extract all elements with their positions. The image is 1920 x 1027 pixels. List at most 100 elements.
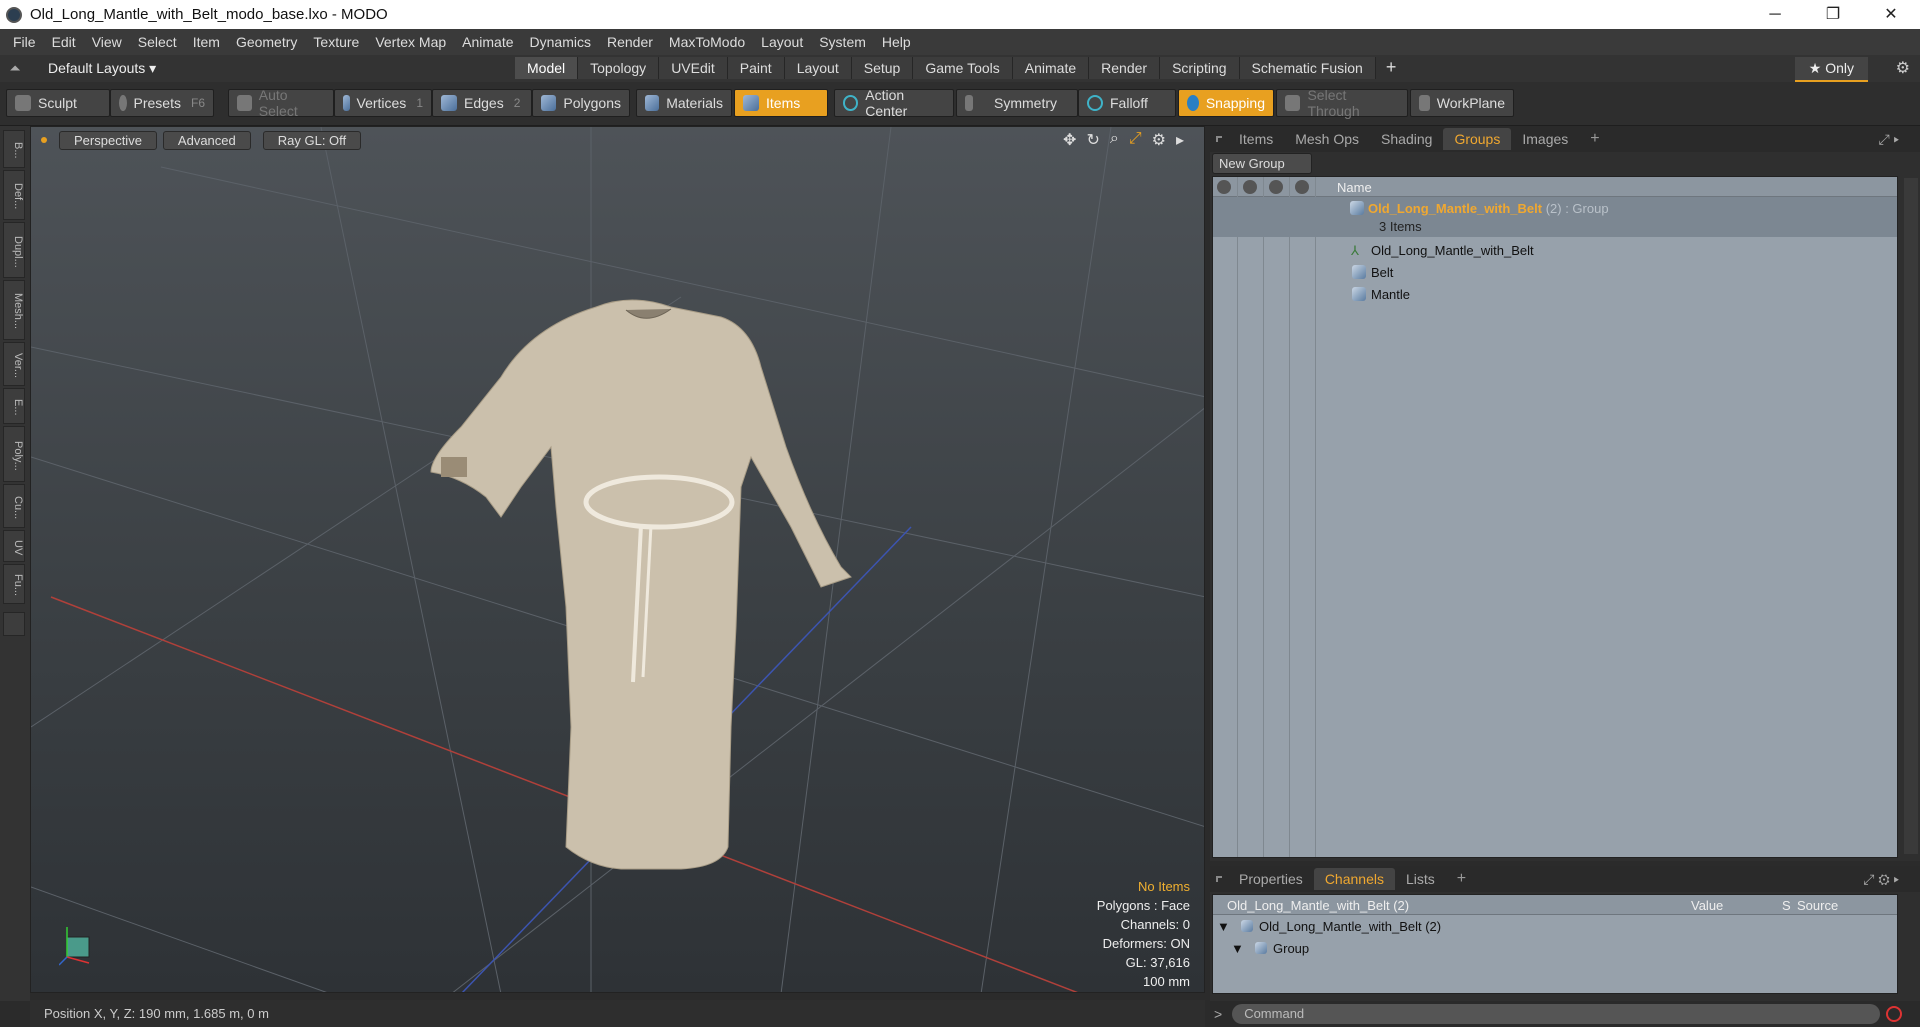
menu-vertex-map[interactable]: Vertex Map xyxy=(375,34,446,50)
zoom-view-icon[interactable]: ⌕ xyxy=(1110,130,1119,150)
perspective-button[interactable]: Perspective xyxy=(59,130,157,150)
default-layouts-dropdown[interactable]: Default Layouts ▾ xyxy=(48,60,156,77)
menu-maxtomodo[interactable]: MaxToModo xyxy=(669,34,745,50)
edges-button[interactable]: Edges 2 xyxy=(432,89,532,117)
tab-shading[interactable]: Shading xyxy=(1370,128,1443,150)
3d-viewport[interactable]: Perspective Advanced Ray GL: Off ✥ ↻ ⌕ ⤢… xyxy=(30,126,1205,993)
minimize-button[interactable]: ─ xyxy=(1746,0,1804,29)
expand-panel-icon[interactable]: ⤢ ▸ xyxy=(1868,128,1911,151)
tab-schematic-fusion[interactable]: Schematic Fusion xyxy=(1239,57,1376,79)
strip-tab-polygon[interactable]: Poly... xyxy=(3,426,25,482)
groups-scrollbar[interactable] xyxy=(1904,178,1918,854)
add-tab-button[interactable]: + xyxy=(1376,57,1407,79)
tab-animate[interactable]: Animate xyxy=(1012,57,1090,79)
menu-animate[interactable]: Animate xyxy=(462,34,513,50)
tab-layout[interactable]: Layout xyxy=(784,57,852,79)
vertices-button[interactable]: Vertices 1 xyxy=(334,89,432,117)
strip-tab-fusion[interactable]: Fu... xyxy=(3,564,25,604)
sculpt-button[interactable]: Sculpt xyxy=(6,89,110,117)
channels-row[interactable]: ▼ Old_Long_Mantle_with_Belt (2) xyxy=(1213,915,1899,937)
group-row[interactable]: Old_Long_Mantle_with_Belt (2) : Group 3 … xyxy=(1213,197,1897,237)
strip-tab-vertex[interactable]: Ver... xyxy=(3,342,25,386)
tab-topology[interactable]: Topology xyxy=(578,57,660,79)
strip-tab-curve[interactable]: Cu... xyxy=(3,484,25,528)
menu-system[interactable]: System xyxy=(819,34,866,50)
close-button[interactable]: ✕ xyxy=(1862,0,1920,29)
strip-tab-deform[interactable]: Def... xyxy=(3,170,25,220)
items-button[interactable]: Items xyxy=(734,89,828,117)
only-toggle[interactable]: ★ Only xyxy=(1794,57,1868,82)
expand-arrow-icon[interactable]: ▼ xyxy=(1217,919,1230,934)
auto-select-button[interactable]: Auto Select xyxy=(228,87,334,119)
record-macro-icon[interactable] xyxy=(1886,1006,1903,1022)
channels-row[interactable]: ▼ Group xyxy=(1213,937,1899,959)
menu-item[interactable]: Item xyxy=(193,34,220,50)
strip-tab-mesh[interactable]: Mesh... xyxy=(3,280,25,340)
move-view-icon[interactable]: ✥ xyxy=(1063,130,1076,150)
viewport-menu-dot[interactable] xyxy=(41,137,47,143)
tab-game-tools[interactable]: Game Tools xyxy=(913,57,1013,79)
gear-icon[interactable]: ⚙ xyxy=(1896,58,1910,78)
tab-uvedit[interactable]: UVEdit xyxy=(659,57,728,79)
tab-properties[interactable]: Properties xyxy=(1228,868,1314,890)
title-bar: Old_Long_Mantle_with_Belt_modo_base.lxo … xyxy=(0,0,1920,29)
strip-extra-button[interactable] xyxy=(3,612,25,636)
layout-up-icon[interactable]: ⏶ xyxy=(0,60,30,77)
tab-render[interactable]: Render xyxy=(1089,57,1161,79)
menu-select[interactable]: Select xyxy=(138,34,177,50)
menu-layout[interactable]: Layout xyxy=(761,34,803,50)
select-icon[interactable] xyxy=(1295,180,1309,194)
tab-mesh-ops[interactable]: Mesh Ops xyxy=(1284,128,1370,150)
tab-model[interactable]: Model xyxy=(515,57,579,79)
raygl-button[interactable]: Ray GL: Off xyxy=(262,130,362,150)
advanced-button[interactable]: Advanced xyxy=(162,130,251,150)
action-center-button[interactable]: Action Center xyxy=(834,87,954,119)
tab-items[interactable]: Items xyxy=(1228,128,1284,150)
mantle-model[interactable] xyxy=(430,299,852,870)
maximize-button[interactable]: ❐ xyxy=(1804,0,1862,29)
falloff-button[interactable]: Falloff xyxy=(1078,89,1176,117)
strip-tab-uv[interactable]: UV xyxy=(3,530,25,562)
render-icon[interactable] xyxy=(1243,180,1257,194)
command-input[interactable]: Command xyxy=(1232,1004,1881,1024)
tab-channels[interactable]: Channels xyxy=(1313,868,1395,890)
workplane-button[interactable]: WorkPlane xyxy=(1410,89,1514,117)
new-group-button[interactable]: New Group xyxy=(1212,153,1312,174)
tab-scripting[interactable]: Scripting xyxy=(1160,57,1240,79)
list-item[interactable]: Belt xyxy=(1213,261,1897,283)
tab-groups[interactable]: Groups xyxy=(1443,128,1512,150)
tab-paint[interactable]: Paint xyxy=(727,57,785,79)
menu-dynamics[interactable]: Dynamics xyxy=(530,34,591,50)
menu-view[interactable]: View xyxy=(92,34,122,50)
strip-tab-edge[interactable]: E... xyxy=(3,388,25,424)
menu-texture[interactable]: Texture xyxy=(313,34,359,50)
symmetry-button[interactable]: Symmetry xyxy=(956,89,1078,117)
add-panel-tab-button[interactable]: + xyxy=(1579,127,1610,151)
lock-icon[interactable] xyxy=(1269,180,1283,194)
add-panel-tab-button[interactable]: + xyxy=(1446,867,1477,891)
menu-help[interactable]: Help xyxy=(882,34,911,50)
rotate-view-icon[interactable]: ↻ xyxy=(1086,130,1099,150)
visibility-eye-icon[interactable] xyxy=(1217,180,1231,194)
materials-button[interactable]: Materials xyxy=(636,89,732,117)
tab-setup[interactable]: Setup xyxy=(851,57,914,79)
presets-button[interactable]: Presets F6 xyxy=(110,89,214,117)
viewport-more-icon[interactable]: ▸ xyxy=(1176,130,1184,150)
polygons-button[interactable]: Polygons xyxy=(532,89,630,117)
strip-tab-basic[interactable]: B... xyxy=(3,130,25,168)
menu-edit[interactable]: Edit xyxy=(52,34,76,50)
expand-arrow-icon[interactable]: ▼ xyxy=(1231,941,1244,956)
menu-file[interactable]: File xyxy=(13,34,36,50)
menu-geometry[interactable]: Geometry xyxy=(236,34,297,50)
list-item[interactable]: ⅄ Old_Long_Mantle_with_Belt xyxy=(1213,239,1897,261)
fit-view-icon[interactable]: ⤢ xyxy=(1129,130,1142,150)
list-item[interactable]: Mantle xyxy=(1213,283,1897,305)
tab-images[interactable]: Images xyxy=(1511,128,1579,150)
select-through-button[interactable]: Select Through xyxy=(1276,87,1408,119)
viewport-settings-icon[interactable]: ⚙ xyxy=(1152,130,1166,150)
tab-lists[interactable]: Lists xyxy=(1395,868,1446,890)
snapping-button[interactable]: Snapping xyxy=(1178,89,1274,117)
strip-tab-duplicate[interactable]: Dupl... xyxy=(3,222,25,278)
expand-panel-icon[interactable]: ⤢ ⚙ ▸ xyxy=(1852,868,1910,891)
menu-render[interactable]: Render xyxy=(607,34,653,50)
